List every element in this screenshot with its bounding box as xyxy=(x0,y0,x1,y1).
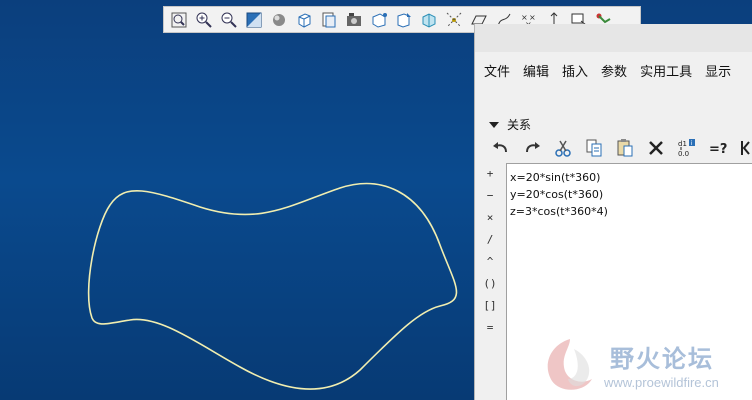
flame-logo-icon xyxy=(547,339,592,390)
relation-line: z=3*cos(t*360*4) xyxy=(510,205,608,218)
cut-icon[interactable] xyxy=(551,136,575,160)
svg-text:d1: d1 xyxy=(678,140,687,148)
menu-file[interactable]: 文件 xyxy=(483,61,518,80)
menu-insert[interactable]: 插入 xyxy=(561,61,596,80)
operator-plus-button[interactable]: + xyxy=(475,162,505,184)
operator-divide-button[interactable]: / xyxy=(475,228,505,250)
menu-edit[interactable]: 编辑 xyxy=(522,61,557,80)
datum-plane-icon[interactable] xyxy=(368,9,390,31)
collapse-triangle-icon xyxy=(489,121,499,128)
operator-column: + − × / ^ () [] = xyxy=(475,162,505,338)
relation-line: y=20*cos(t*360) xyxy=(510,188,604,201)
operator-brackets-button[interactable]: [] xyxy=(475,294,505,316)
menu-utilities[interactable]: 实用工具 xyxy=(639,61,700,80)
evaluate-icon[interactable]: =? xyxy=(706,136,730,160)
relations-toolbar: d1 i 0.0 =? xyxy=(489,136,752,160)
copy-icon[interactable] xyxy=(582,136,606,160)
relation-line: x=20*sin(t*360) xyxy=(510,171,601,184)
zoom-in-icon[interactable] xyxy=(193,9,215,31)
shading-icon[interactable] xyxy=(268,9,290,31)
datum-axis-icon[interactable] xyxy=(393,9,415,31)
relations-section-header[interactable]: 关系 xyxy=(489,116,531,133)
datum-csys-icon[interactable] xyxy=(418,9,440,31)
verify-icon[interactable] xyxy=(737,136,752,160)
display-style-icon[interactable] xyxy=(343,9,365,31)
menu-bar: 文件 编辑 插入 参数 实用工具 显示 xyxy=(475,52,752,88)
dialog-title-bar[interactable] xyxy=(475,24,752,52)
redo-icon[interactable] xyxy=(520,136,544,160)
zoom-fit-icon[interactable] xyxy=(168,9,190,31)
spin-center-icon[interactable] xyxy=(443,9,465,31)
sort-relations-icon[interactable]: d1 i 0.0 xyxy=(675,136,699,160)
operator-power-button[interactable]: ^ xyxy=(475,250,505,272)
svg-text:0.0: 0.0 xyxy=(678,150,689,158)
repaint-icon[interactable] xyxy=(243,9,265,31)
operator-minus-button[interactable]: − xyxy=(475,184,505,206)
watermark-title: 野火论坛 xyxy=(610,345,714,373)
zoom-out-icon[interactable] xyxy=(218,9,240,31)
view-orient-icon[interactable] xyxy=(293,9,315,31)
undo-icon[interactable] xyxy=(489,136,513,160)
paste-icon[interactable] xyxy=(613,136,637,160)
operator-parens-button[interactable]: () xyxy=(475,272,505,294)
delete-icon[interactable] xyxy=(644,136,668,160)
operator-multiply-button[interactable]: × xyxy=(475,206,505,228)
watermark-url: www.proewildfire.cn xyxy=(604,375,719,390)
operator-equals-button[interactable]: = xyxy=(475,316,505,338)
section-title: 关系 xyxy=(507,118,532,132)
saved-views-icon[interactable] xyxy=(318,9,340,31)
svg-text:=?: =? xyxy=(709,142,727,157)
menu-parameters[interactable]: 参数 xyxy=(600,61,635,80)
menu-display[interactable]: 显示 xyxy=(704,61,739,80)
forum-watermark: 野火论坛 www.proewildfire.cn xyxy=(540,335,752,400)
